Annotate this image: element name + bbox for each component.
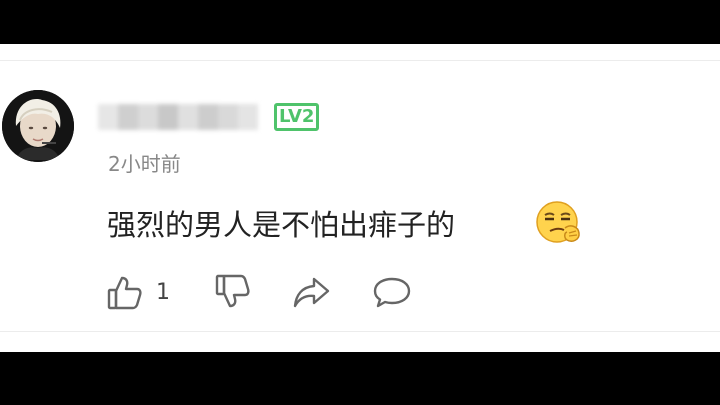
divider: [0, 331, 720, 332]
share-arrow-icon: [292, 277, 332, 314]
speech-bubble-icon: [372, 277, 412, 314]
letterbox-top: [0, 0, 720, 44]
comment-text: 强烈的男人是不怕出痱子的: [107, 208, 456, 242]
avatar[interactable]: [2, 90, 74, 162]
like-count: 1: [156, 280, 170, 305]
username-blurred: [98, 100, 264, 134]
thumbs-down-icon: [214, 274, 252, 314]
comment-actions: 1: [0, 270, 720, 314]
reply-button[interactable]: [372, 274, 412, 314]
letterbox-bottom: [0, 352, 720, 405]
dislike-button[interactable]: [214, 272, 252, 314]
like-button[interactable]: [106, 274, 144, 316]
divider: [0, 60, 720, 61]
level-badge: LV2: [274, 103, 320, 131]
share-button[interactable]: [292, 274, 332, 314]
timestamp: 2小时前: [108, 152, 181, 176]
thumbs-up-icon: [106, 276, 144, 316]
comment-card: LV2 2小时前 强烈的男人是不怕出痱子的 1: [0, 44, 720, 352]
smirk-face-emoji: [534, 200, 584, 246]
